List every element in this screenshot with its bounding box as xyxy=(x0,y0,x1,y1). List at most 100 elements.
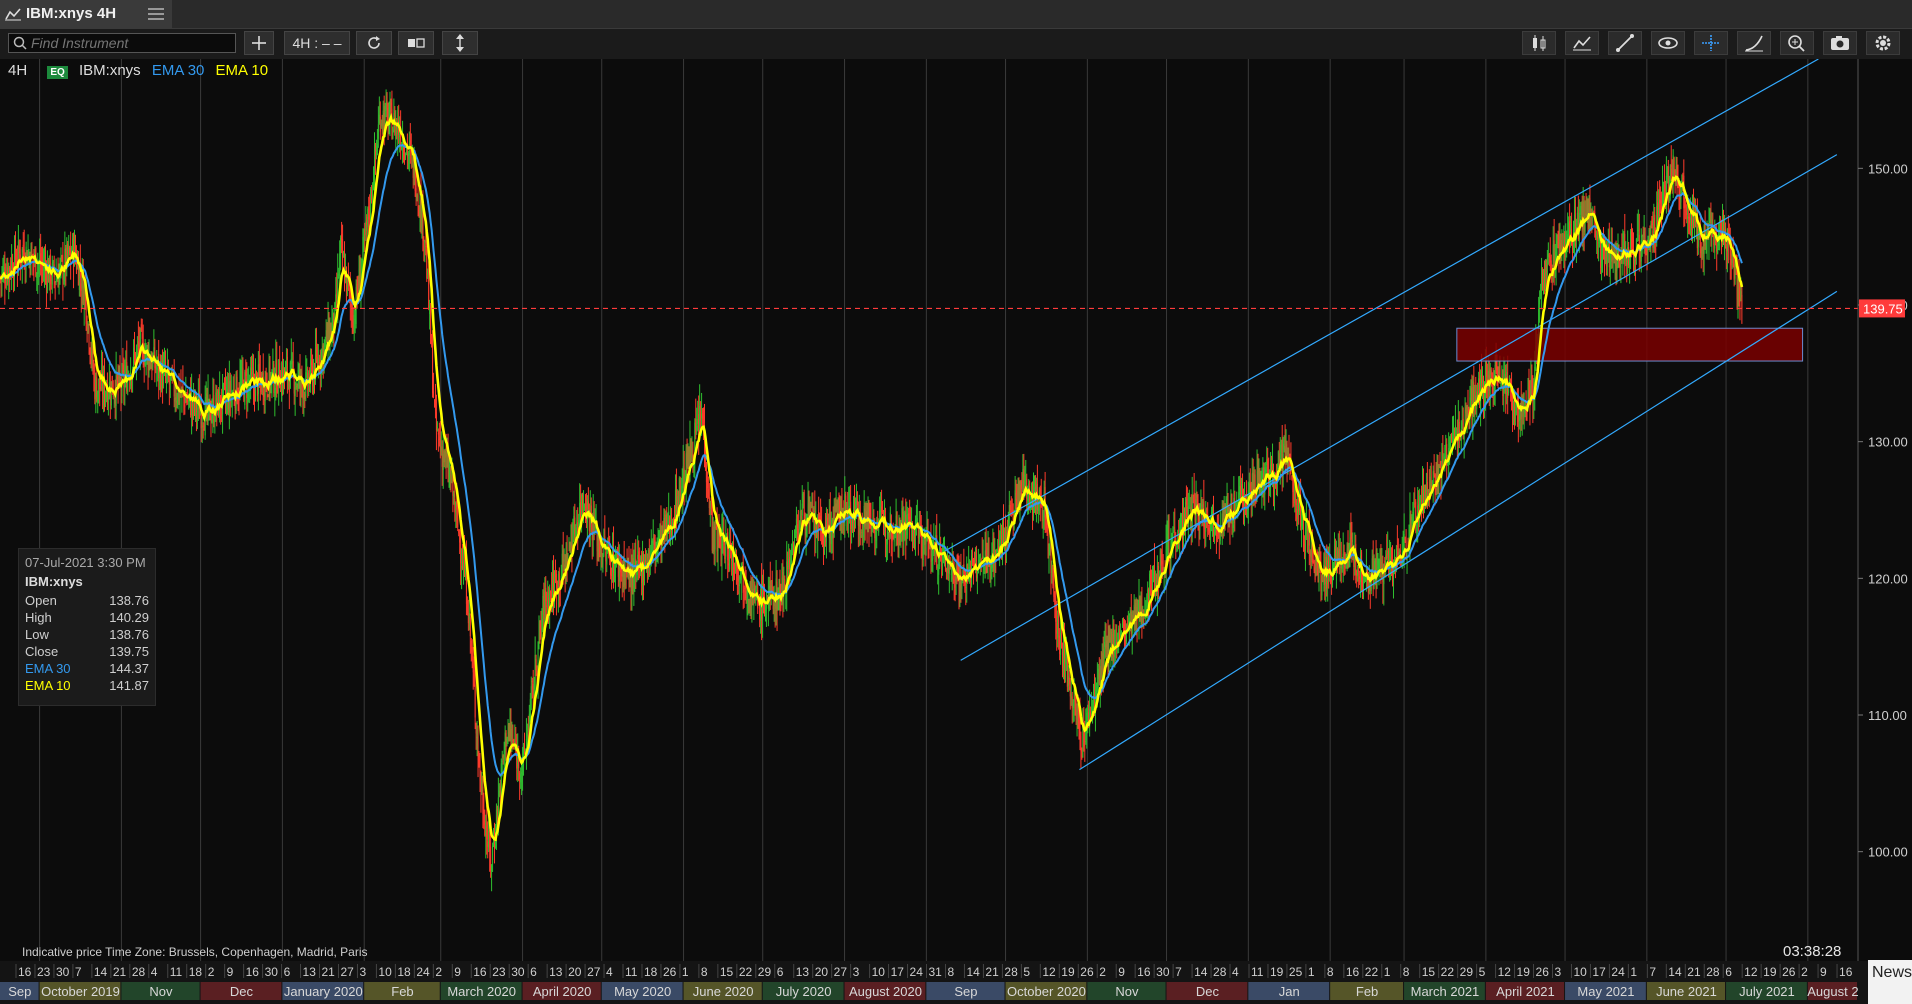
candle-body xyxy=(1738,280,1740,302)
candle-body xyxy=(855,498,857,501)
candle-body xyxy=(88,326,90,348)
candle-body xyxy=(371,189,373,203)
info-row: EMA 10 141.87 xyxy=(25,678,149,693)
day-tick-label: 17 xyxy=(1592,965,1606,979)
candle-body xyxy=(1208,527,1210,532)
crosshair-button[interactable] xyxy=(1694,31,1728,55)
candle-body xyxy=(1145,617,1147,619)
candle-body xyxy=(404,153,406,158)
find-instrument-field[interactable] xyxy=(8,33,236,53)
window-tab[interactable]: IBM:xnys 4H xyxy=(0,0,172,28)
candle-body xyxy=(1386,553,1388,558)
candle-body xyxy=(362,237,364,263)
vertical-resize-button[interactable] xyxy=(442,31,478,55)
candle-body xyxy=(78,267,80,290)
candle-body xyxy=(187,400,189,402)
legend-ema30[interactable]: EMA 30 xyxy=(152,62,205,79)
indicators-button[interactable] xyxy=(1565,31,1599,55)
candle-body xyxy=(100,386,102,390)
candle-body xyxy=(995,553,997,555)
candle-body xyxy=(1626,260,1628,266)
candle-body xyxy=(1196,494,1198,498)
candle-body xyxy=(893,533,895,542)
day-tick-label: 27 xyxy=(834,965,848,979)
day-tick-label: 9 xyxy=(454,965,461,979)
candle-body xyxy=(408,144,410,155)
candle-body xyxy=(1212,508,1214,516)
candle-body xyxy=(508,726,510,732)
day-tick-label: 16 xyxy=(1346,965,1360,979)
candle-body xyxy=(744,588,746,590)
candle-body xyxy=(662,524,664,536)
candle-body xyxy=(1357,569,1359,576)
candle-body xyxy=(1413,507,1415,510)
candle-body xyxy=(1105,644,1107,649)
candle-body xyxy=(52,261,54,263)
candle-body xyxy=(1598,242,1600,244)
candle-body xyxy=(739,577,741,580)
candle-body xyxy=(1249,483,1251,491)
candle-body xyxy=(423,238,425,242)
candle-body xyxy=(907,513,909,523)
candle-body xyxy=(961,581,963,589)
candle-body xyxy=(96,377,98,402)
candle-body xyxy=(768,585,770,590)
info-value: 144.37 xyxy=(109,661,149,676)
candle-body xyxy=(1242,483,1244,495)
candle-body xyxy=(475,722,477,734)
candle-body xyxy=(529,699,531,719)
chart-legend: 4H EQ IBM:xnys EMA 30 EMA 10 xyxy=(8,62,275,79)
hamburger-menu-icon[interactable] xyxy=(148,6,164,22)
candle-body xyxy=(1133,605,1135,617)
layout-button[interactable] xyxy=(398,31,434,55)
candle-body xyxy=(1338,549,1340,563)
candle-body xyxy=(1531,375,1533,388)
candle-body xyxy=(1431,484,1433,486)
add-button[interactable] xyxy=(244,31,274,55)
day-tick-label: 19 xyxy=(1517,965,1531,979)
candle-body xyxy=(1461,422,1463,429)
candle-body xyxy=(823,548,825,552)
candle-body xyxy=(43,269,45,271)
candle-body xyxy=(1717,248,1719,254)
candle-body xyxy=(1304,522,1306,552)
candle-body xyxy=(1458,421,1460,433)
candle-body xyxy=(825,516,827,542)
candle-body xyxy=(267,394,269,397)
candle-body xyxy=(1397,552,1399,556)
visibility-button[interactable] xyxy=(1651,31,1685,55)
candle-body xyxy=(1442,447,1444,455)
draw-tool-button[interactable] xyxy=(1608,31,1642,55)
day-tick-label: 7 xyxy=(75,965,82,979)
refresh-button[interactable] xyxy=(356,31,392,55)
candle-body xyxy=(435,412,437,431)
candle-body xyxy=(369,214,371,220)
curve-tool-button[interactable] xyxy=(1737,31,1771,55)
search-input[interactable] xyxy=(31,34,231,52)
candle-body xyxy=(580,502,582,518)
candle-body xyxy=(14,241,16,263)
trendline-icon xyxy=(1616,34,1634,52)
candle-body xyxy=(979,553,981,559)
settings-button[interactable] xyxy=(1866,31,1900,55)
price-tick-label: 150.00 xyxy=(1868,161,1908,176)
candle-body xyxy=(136,343,138,345)
candle-body xyxy=(399,134,401,138)
legend-ema10[interactable]: EMA 10 xyxy=(216,62,269,79)
candle-body xyxy=(1541,276,1543,291)
day-tick-label: 19 xyxy=(1270,965,1284,979)
chart-type-button[interactable] xyxy=(1522,31,1556,55)
candle-body xyxy=(882,511,884,513)
interval-selector[interactable]: 4H : – – xyxy=(284,31,350,55)
price-chart[interactable]: 100.00110.00120.00130.00140.00150.00 139… xyxy=(0,59,1912,1004)
info-value: 141.87 xyxy=(109,678,149,693)
candle-body xyxy=(696,425,698,431)
news-tab[interactable]: News xyxy=(1868,960,1912,1004)
snapshot-button[interactable] xyxy=(1823,31,1857,55)
candle-body xyxy=(895,515,897,526)
candle-body xyxy=(1730,258,1732,266)
candle-body xyxy=(533,685,535,694)
zoom-button[interactable] xyxy=(1780,31,1814,55)
candle-body xyxy=(581,494,583,517)
candle-body xyxy=(339,253,341,276)
